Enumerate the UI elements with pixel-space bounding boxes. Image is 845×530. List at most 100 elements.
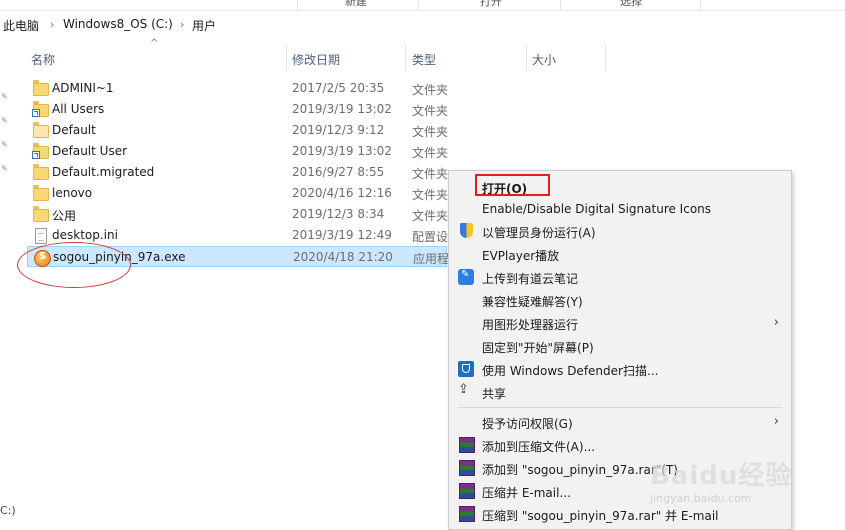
youdao-note-icon [458,269,474,285]
file-type: 文件夹 [412,83,449,97]
ribbon-group-open[interactable]: 打开 [480,0,502,9]
menu-item-grant-access[interactable]: 授予访问权限(G) › [449,411,791,433]
column-headers: 名称 修改日期 类型 大小 [0,45,845,71]
chevron-right-icon: › [773,414,779,429]
folder-shortcut-icon [32,143,49,159]
file-date: 2019/3/19 13:02 [292,102,392,116]
menu-item-label: 共享 [482,387,507,401]
pin-icon[interactable]: ✎ [1,92,8,101]
menu-item-label: 授予访问权限(G) [482,417,573,431]
file-date: 2019/3/19 12:49 [292,228,392,242]
column-resize-handle[interactable] [405,45,406,71]
pin-icon[interactable]: ✎ [1,116,8,125]
chevron-right-icon: › [773,315,779,330]
file-name: Default.migrated [52,165,155,179]
ribbon-separator [297,0,298,10]
file-type: 文件夹 [412,104,449,118]
column-size[interactable]: 大小 [532,51,556,68]
winrar-icon [459,437,475,453]
menu-item-label: 上传到有道云笔记 [482,272,579,286]
file-row[interactable]: lenovo 2020/4/16 12:16 文件夹 [27,183,449,204]
file-row[interactable]: Default User 2019/3/19 13:02 文件夹 [27,141,449,162]
menu-item-evplayer[interactable]: EVPlayer播放 [449,243,791,265]
column-resize-handle[interactable] [605,45,606,71]
file-name: 公用 [52,209,77,223]
file-date: 2019/12/3 9:12 [292,123,385,137]
menu-item-label: 压缩到 "sogou_pinyin_97a.rar" 并 E-mail [482,509,719,523]
pin-icon[interactable]: ✎ [1,140,8,149]
file-name: Default User [52,144,128,158]
ribbon-strip: 新建 打开 选择 [0,0,845,11]
watermark-logo: Baidu经验 [650,461,793,491]
menu-item-digital-signature[interactable]: Enable/Disable Digital Signature Icons [449,198,791,220]
file-name: Default [52,123,96,137]
file-row[interactable]: Default 2019/12/3 9:12 文件夹 [27,120,449,141]
column-name[interactable]: 名称 [31,51,55,68]
menu-item-youdao[interactable]: 上传到有道云笔记 [449,266,791,288]
config-file-icon [32,228,48,244]
chevron-right-icon[interactable]: › [180,18,184,31]
file-type: 配置设 [412,230,449,244]
folder-icon [32,164,49,180]
winrar-icon [459,460,475,476]
file-name: desktop.ini [52,228,118,242]
file-row[interactable]: 公用 2019/12/3 8:34 文件夹 [27,204,449,225]
column-type[interactable]: 类型 [412,51,436,68]
winrar-icon [459,483,475,499]
file-row[interactable]: ADMINI~1 2017/2/5 20:35 文件夹 [27,78,449,99]
breadcrumb-this-pc[interactable]: 此电脑 [3,17,39,34]
column-date[interactable]: 修改日期 [292,51,340,68]
column-resize-handle[interactable] [286,45,287,71]
file-type: 文件夹 [412,209,449,223]
menu-item-label: 用图形处理器运行 [482,318,579,332]
menu-item-label: 固定到"开始"屏幕(P) [482,341,594,355]
file-date: 2019/3/19 13:02 [292,144,392,158]
menu-item-label: 以管理员身份运行(A) [482,226,596,240]
file-date: 2020/4/18 21:20 [293,250,393,264]
file-name: lenovo [52,186,93,200]
pin-icon[interactable]: ✎ [1,164,8,173]
file-name: ADMINI~1 [52,81,114,95]
menu-item-add-archive[interactable]: 添加到压缩文件(A)... [449,434,791,456]
file-type: 文件夹 [412,188,449,202]
menu-item-label: 压缩并 E-mail... [482,486,571,500]
file-name: All Users [52,102,105,116]
watermark-url: jingyan.baidu.com [650,492,752,505]
menu-item-compress-rar-email[interactable]: 压缩到 "sogou_pinyin_97a.rar" 并 E-mail [449,503,791,525]
annotation-circle [17,242,131,288]
menu-item-share[interactable]: ⇪ 共享 [449,381,791,403]
ribbon-separator [560,0,561,10]
folder-icon [32,80,49,96]
menu-item-compatibility[interactable]: 兼容性疑难解答(Y) [449,289,791,311]
uac-shield-icon [460,223,473,238]
file-row[interactable]: All Users 2019/3/19 13:02 文件夹 [27,99,449,120]
menu-item-label: Enable/Disable Digital Signature Icons [482,202,712,216]
file-row[interactable]: Default.migrated 2016/9/27 8:55 文件夹 [27,162,449,183]
ribbon-group-new[interactable]: 新建 [345,0,367,9]
menu-item-gpu[interactable]: 用图形处理器运行 › [449,312,791,334]
menu-separator [458,407,782,408]
ribbon-separator [700,0,701,10]
breadcrumb: 此电脑 › Windows8_OS (C:) › 用户 [0,13,845,37]
chevron-right-icon[interactable]: › [50,18,54,31]
file-type: 文件夹 [412,146,449,160]
windows-defender-icon [458,361,474,377]
file-type: 文件夹 [412,125,449,139]
ribbon-group-select[interactable]: 选择 [620,0,642,9]
folder-icon [32,206,49,222]
menu-item-label: EVPlayer播放 [482,249,560,263]
menu-item-defender[interactable]: 使用 Windows Defender扫描... [449,358,791,380]
folder-shortcut-icon [32,101,49,117]
nav-pane-drive-label[interactable]: C:) [0,504,16,517]
breadcrumb-drive[interactable]: Windows8_OS (C:) [63,17,173,31]
menu-item-pin-start[interactable]: 固定到"开始"屏幕(P) [449,335,791,357]
file-date: 2017/2/5 20:35 [292,81,385,95]
column-resize-handle[interactable] [526,45,527,71]
menu-item-label: 兼容性疑难解答(Y) [482,295,583,309]
winrar-icon [459,506,475,522]
menu-item-label: 添加到 "sogou_pinyin_97a.rar"(T) [482,463,678,477]
file-type: 文件夹 [412,167,449,181]
file-date: 2016/9/27 8:55 [292,165,385,179]
breadcrumb-users[interactable]: 用户 [192,17,216,34]
menu-item-run-as-admin[interactable]: 以管理员身份运行(A) [449,220,791,242]
